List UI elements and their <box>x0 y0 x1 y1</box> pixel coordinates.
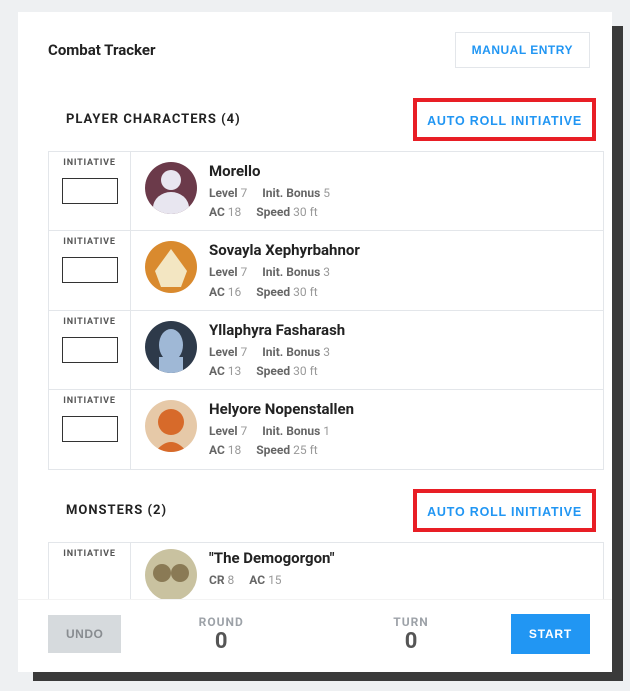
stat-line: AC 18 Speed 30 ft <box>209 203 603 222</box>
start-button[interactable]: START <box>511 614 590 654</box>
stat-line: Level 7 Init. Bonus 3 <box>209 343 603 362</box>
stat-line: AC 18 Speed 25 ft <box>209 441 603 460</box>
initiative-cell: INITIATIVE <box>49 390 131 468</box>
initiative-input[interactable] <box>62 178 118 204</box>
pc-section-label: PLAYER CHARACTERS (4) <box>66 112 241 127</box>
initiative-cell: INITIATIVE <box>49 311 131 389</box>
footer: UNDO ROUND 0 TURN 0 START <box>18 599 612 672</box>
undo-button[interactable]: UNDO <box>48 615 121 653</box>
initiative-input[interactable] <box>62 257 118 283</box>
turn-value: 0 <box>321 629 501 654</box>
stat-line: Level 7 Init. Bonus 1 <box>209 422 603 441</box>
monster-auto-roll-highlight: AUTO ROLL INITIATIVE <box>419 495 590 526</box>
initiative-input[interactable] <box>62 337 118 363</box>
stat-line: CR 8 AC 15 <box>209 571 603 590</box>
initiative-cell: INITIATIVE <box>49 152 131 230</box>
avatar <box>145 400 197 452</box>
initiative-label: INITIATIVE <box>63 158 115 168</box>
turn-counter: TURN 0 <box>321 615 501 654</box>
pc-details: Morello Level 7 Init. Bonus 5 AC 18 Spee… <box>209 152 603 230</box>
round-value: 0 <box>131 629 311 654</box>
initiative-label: INITIATIVE <box>63 549 115 559</box>
avatar <box>145 549 197 600</box>
stat-line: AC 13 Speed 30 ft <box>209 362 603 381</box>
monster-row: INITIATIVE "The Demogorgon" CR 8 AC 15 <box>48 542 604 600</box>
pc-row: INITIATIVE Helyore Nopenstallen Level 7 … <box>48 389 604 469</box>
pc-row: INITIATIVE Sovayla Xephyrbahnor Level 7 … <box>48 230 604 310</box>
stat-line: AC 16 Speed 30 ft <box>209 283 603 302</box>
tracker-scroll-area[interactable]: PLAYER CHARACTERS (4) AUTO ROLL INITIATI… <box>18 78 612 599</box>
pc-details: Yllaphyra Fasharash Level 7 Init. Bonus … <box>209 311 603 389</box>
initiative-cell: INITIATIVE <box>49 543 131 600</box>
combat-tracker-panel: Combat Tracker MANUAL ENTRY PLAYER CHARA… <box>18 12 612 672</box>
initiative-input[interactable] <box>62 416 118 442</box>
turn-label: TURN <box>321 615 501 629</box>
pc-row: INITIATIVE Yllaphyra Fasharash Level 7 I… <box>48 310 604 390</box>
stat-line: Level 7 Init. Bonus 3 <box>209 263 603 282</box>
pc-section-header: PLAYER CHARACTERS (4) AUTO ROLL INITIATI… <box>48 78 604 151</box>
pc-details: Helyore Nopenstallen Level 7 Init. Bonus… <box>209 390 603 468</box>
initiative-label: INITIATIVE <box>63 237 115 247</box>
character-name: Yllaphyra Fasharash <box>209 321 603 339</box>
round-label: ROUND <box>131 615 311 629</box>
round-counter: ROUND 0 <box>131 615 311 654</box>
monster-section-header: MONSTERS (2) AUTO ROLL INITIATIVE <box>48 469 604 542</box>
initiative-label: INITIATIVE <box>63 317 115 327</box>
monster-details: "The Demogorgon" CR 8 AC 15 <box>209 543 603 600</box>
initiative-label: INITIATIVE <box>63 396 115 406</box>
pc-details: Sovayla Xephyrbahnor Level 7 Init. Bonus… <box>209 231 603 309</box>
avatar <box>145 241 197 293</box>
stat-line: Level 7 Init. Bonus 5 <box>209 184 603 203</box>
header: Combat Tracker MANUAL ENTRY <box>18 12 612 78</box>
pc-auto-roll-highlight: AUTO ROLL INITIATIVE <box>419 104 590 135</box>
pc-row: INITIATIVE Morello Level 7 Init. Bonus 5… <box>48 151 604 231</box>
character-name: Morello <box>209 162 603 180</box>
monster-section-label: MONSTERS (2) <box>66 503 167 518</box>
manual-entry-button[interactable]: MANUAL ENTRY <box>455 32 590 68</box>
initiative-cell: INITIATIVE <box>49 231 131 309</box>
character-name: Helyore Nopenstallen <box>209 400 603 418</box>
page-title: Combat Tracker <box>48 41 156 59</box>
character-name: Sovayla Xephyrbahnor <box>209 241 603 259</box>
avatar <box>145 321 197 373</box>
monster-auto-roll-button[interactable]: AUTO ROLL INITIATIVE <box>427 505 582 519</box>
pc-auto-roll-button[interactable]: AUTO ROLL INITIATIVE <box>427 114 582 128</box>
monster-name: "The Demogorgon" <box>209 549 603 567</box>
avatar <box>145 162 197 214</box>
